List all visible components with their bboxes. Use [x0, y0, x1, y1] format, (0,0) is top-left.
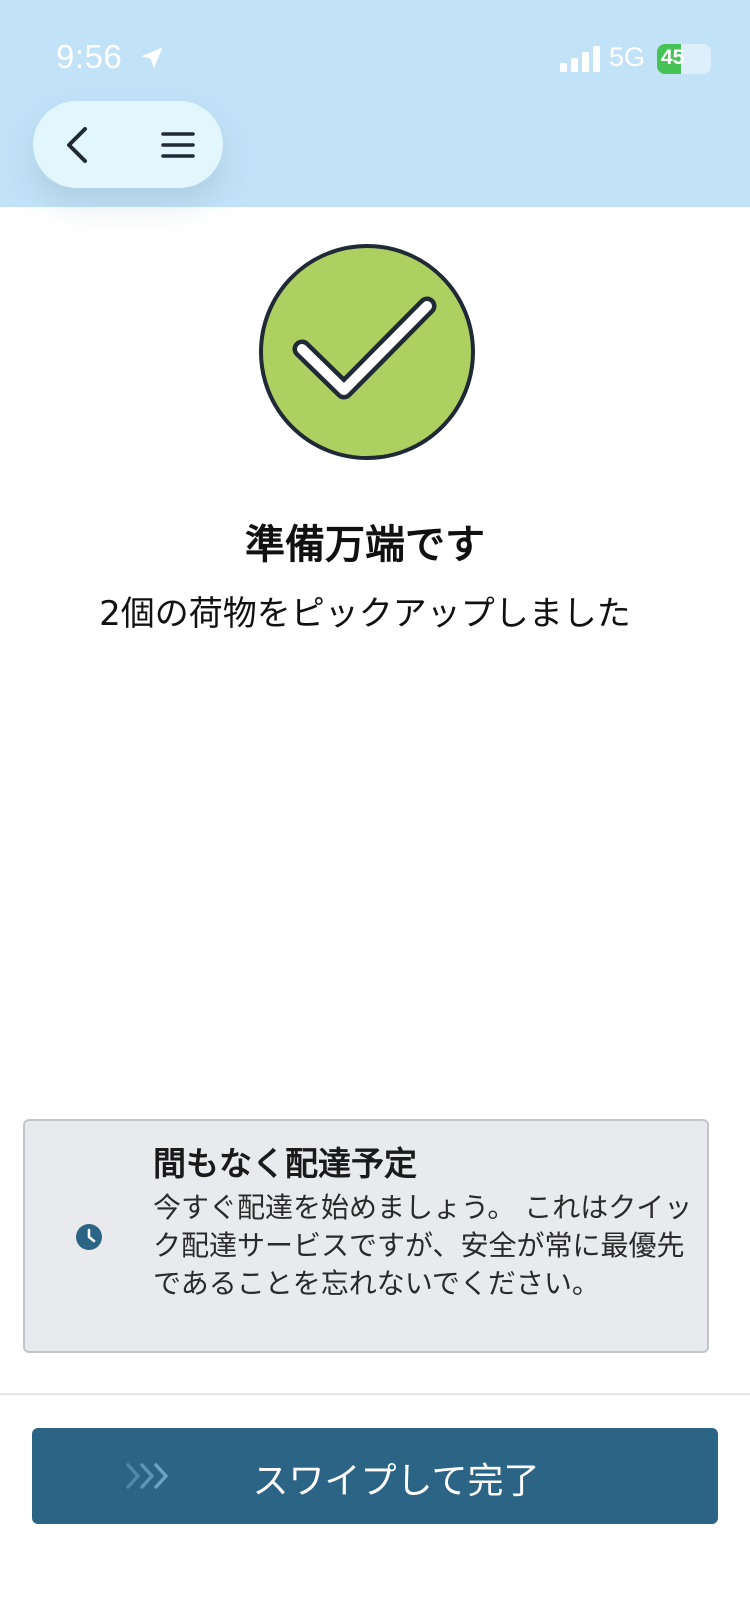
hamburger-menu-icon[interactable] — [161, 128, 195, 162]
page-title: 準備万端です — [245, 522, 485, 568]
swipe-label: スワイプして完了 — [252, 1461, 540, 1502]
status-time: 9:56 — [56, 38, 123, 75]
location-arrow-icon — [141, 47, 163, 69]
notice-title: 間もなく配達予定 — [153, 1144, 417, 1183]
checkmark-circle-icon — [259, 244, 475, 460]
delivery-notice: 間もなく配達予定 今すぐ配達を始めましょう。 これはクイック配達サービスですが、… — [23, 1119, 709, 1353]
battery-icon: 45 — [657, 44, 711, 74]
clock-icon — [76, 1224, 102, 1250]
nav-pill — [33, 101, 223, 188]
cellular-signal-icon — [560, 46, 600, 72]
battery-level: 45 — [661, 46, 685, 69]
chevron-left-icon[interactable] — [61, 125, 93, 165]
divider — [0, 1393, 750, 1395]
network-type: 5G — [609, 42, 646, 72]
pickup-summary: 2個の荷物をピックアップしました — [99, 594, 631, 634]
header-bar: 9:56 5G 45 — [0, 0, 750, 207]
notice-body: 今すぐ配達を始めましょう。 これはクイック配達サービスですが、安全が常に最優先で… — [153, 1191, 693, 1300]
swipe-to-complete-button[interactable]: スワイプして完了 — [32, 1428, 718, 1524]
